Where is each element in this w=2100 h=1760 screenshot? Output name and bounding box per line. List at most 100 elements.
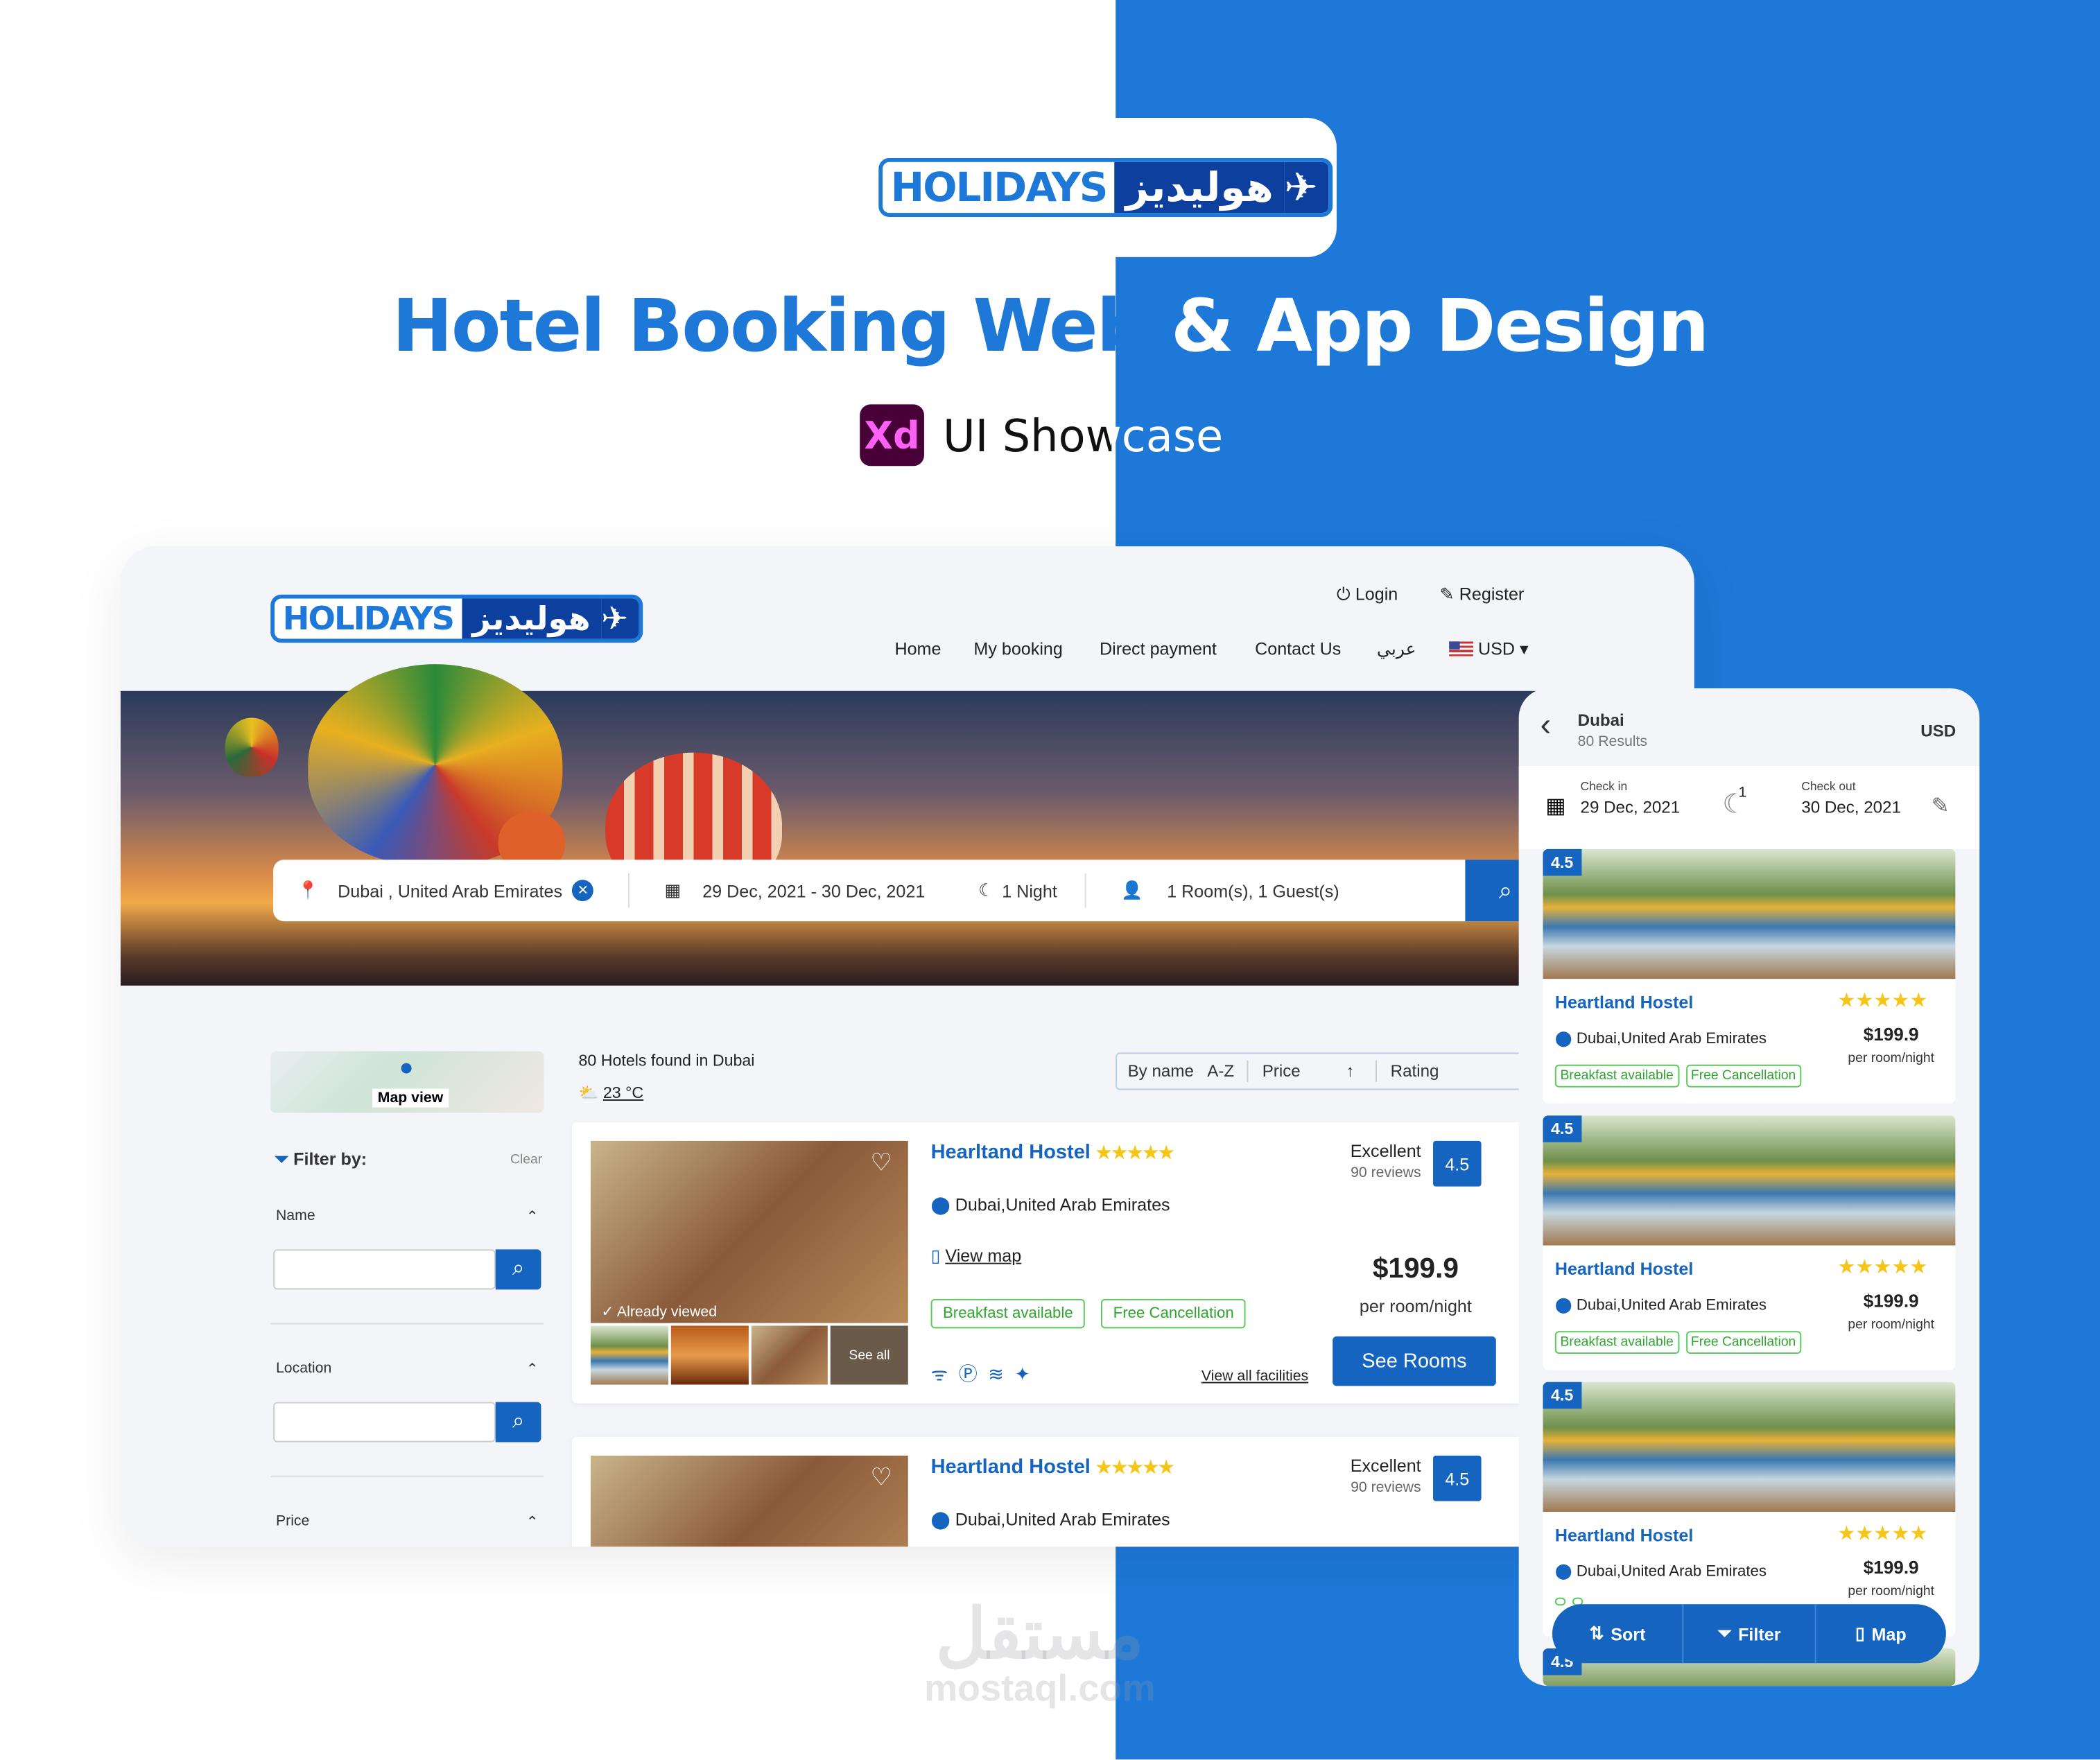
clear-filters-link[interactable]: Clear (510, 1153, 542, 1167)
hotel-name[interactable]: Hearltand Hostel ★★★★★ (931, 1141, 1174, 1164)
hotel-price: $199.9 (1863, 1557, 1919, 1578)
location-pin-icon: ⬤ (1554, 1564, 1572, 1580)
nav-home[interactable]: Home (894, 638, 941, 659)
clear-destination-icon[interactable]: ✕ (572, 880, 594, 902)
header-logo[interactable]: HOLIDAYS هوليديز ✈ (270, 594, 643, 643)
weather-icon: ⛅ (578, 1083, 599, 1102)
arrow-up-icon[interactable]: ↑ (1346, 1062, 1354, 1081)
currency-select[interactable]: USD ▾ (1449, 638, 1529, 660)
mobile-hotel-card[interactable]: 4.5 Heartland Hostel ★★★★★ ⬤ Dubai,United… (1543, 1115, 1956, 1370)
map-button[interactable]: ▯ Map (1816, 1604, 1946, 1663)
logo-card: HOLIDAYS هوليديز ✈ (844, 117, 1337, 257)
hotel-name: Heartland Hostel (1554, 992, 1694, 1013)
reviews-count: 90 reviews (1351, 1479, 1421, 1496)
map-view-button[interactable]: ● Map view (270, 1051, 544, 1113)
see-rooms-button[interactable]: See Rooms (1333, 1336, 1496, 1386)
filter-name-header[interactable]: Name ⌃ (276, 1208, 539, 1225)
thumbnail[interactable] (670, 1325, 748, 1385)
name-search-button[interactable]: ⌕ (495, 1249, 541, 1290)
plane-icon: ✈ (601, 598, 639, 639)
location-pin-icon: 📍 (297, 880, 320, 900)
hotel-name: Heartland Hostel (1554, 1525, 1694, 1546)
date-bar[interactable]: ▦ Check in 29 Dec, 2021 ☾ 1 Check out 30… (1518, 765, 1980, 849)
moon-icon: ☾ (978, 880, 994, 900)
see-all-photos[interactable]: See all (831, 1325, 908, 1385)
nav-arabic[interactable]: عربي (1377, 638, 1416, 660)
check-icon: ✓ (601, 1304, 614, 1321)
star-rating: ★★★★★ (1837, 1256, 1928, 1279)
chevron-up-icon: ⌃ (526, 1361, 539, 1378)
hotel-main-photo[interactable]: ♡ ✓ Already viewed (590, 1140, 908, 1323)
hotel-card: ♡ ✓ Already viewed See all Hearltand Hos… (571, 1122, 1523, 1404)
price-unit: per room/night (1359, 1296, 1472, 1316)
filter-location-header[interactable]: Location ⌃ (276, 1361, 539, 1378)
pool-icon: ≋ (988, 1363, 1015, 1385)
thumbnail-strip: See all (590, 1325, 908, 1385)
destination-input[interactable]: Dubai , United Arab Emirates (338, 880, 572, 900)
mobile-city: Dubai (1577, 711, 1624, 730)
location-pin-icon: ⬤ (930, 1194, 951, 1215)
thumbnail[interactable] (590, 1325, 668, 1385)
hotel-location: Dubai,United Arab Emirates (1576, 1564, 1767, 1580)
nav-my-booking[interactable]: My booking (973, 638, 1062, 659)
guests-input[interactable]: 1 Room(s), 1 Guest(s) (1167, 880, 1339, 900)
filter-price-header[interactable]: Price ⌃ (276, 1513, 539, 1531)
hotel-price: $199.9 (1372, 1253, 1459, 1284)
parking-icon: Ⓟ (958, 1363, 989, 1385)
mobile-currency[interactable]: USD (1920, 722, 1956, 740)
location-search-button[interactable]: ⌕ (495, 1402, 541, 1443)
register-icon: ✎ (1439, 584, 1455, 604)
filter-label: Filter (1738, 1623, 1781, 1644)
holidays-logo: HOLIDAYS هوليديز ✈ (878, 157, 1333, 217)
tag-free-cancellation: Free Cancellation (1685, 1064, 1802, 1088)
calendar-icon: ▦ (664, 880, 682, 900)
sort-price[interactable]: Price (1262, 1062, 1301, 1081)
nights-value[interactable]: 1 Night (1002, 880, 1085, 900)
rating-badge: 4.5 (1543, 848, 1581, 876)
mobile-hotel-card[interactable]: 4.5 Heartland Hostel ★★★★★ ⬤ Dubai,United… (1543, 1382, 1956, 1637)
nav-direct-payment[interactable]: Direct payment (1100, 638, 1217, 659)
login-label: Login (1355, 584, 1398, 604)
tag-breakfast: Breakfast available (930, 1298, 1086, 1329)
filter-button[interactable]: ⏷ Filter (1684, 1604, 1816, 1664)
tag-breakfast: Breakfast available (1554, 1064, 1679, 1088)
register-link[interactable]: ✎ Register (1440, 584, 1525, 605)
map-view-label: Map view (372, 1088, 449, 1108)
logo-text-ar: هوليديز (1115, 162, 1285, 214)
hotel-main-photo[interactable]: ♡ (590, 1455, 908, 1547)
login-link[interactable]: ⏻ Login (1337, 584, 1398, 605)
title-part1: Hotel Booking Web (392, 284, 1149, 369)
logo-text-en: HOLIDAYS (890, 164, 1109, 211)
map-pin-icon: ● (399, 1054, 414, 1081)
search-bar: 📍 Dubai , United Arab Emirates ✕ ▦ 29 De… (273, 860, 1519, 922)
view-map-link[interactable]: View map (945, 1246, 1021, 1266)
nav-contact-us[interactable]: Contact Us (1255, 638, 1341, 659)
edit-pencil-icon[interactable]: ✎ (1932, 793, 1950, 820)
thumbnail[interactable] (750, 1325, 828, 1385)
adobe-xd-icon: Xd (860, 404, 924, 467)
location-input[interactable] (273, 1402, 496, 1443)
sort-rating[interactable]: Rating (1391, 1062, 1439, 1081)
checkin-date: 29 Dec, 2021 (1580, 798, 1681, 817)
mostaql-watermark: مستقل mostaql.com (924, 1601, 1156, 1708)
dates-input[interactable]: 29 Dec, 2021 - 30 Dec, 2021 (702, 880, 978, 900)
mobile-hotel-card[interactable]: 4.5 Heartland Hostel ★★★★★ ⬤ Dubai,United… (1543, 848, 1956, 1104)
back-chevron-icon[interactable]: ‹ (1541, 707, 1551, 744)
sort-button[interactable]: ⇅ Sort (1552, 1604, 1684, 1664)
name-input[interactable] (273, 1249, 496, 1290)
heart-icon[interactable]: ♡ (870, 1149, 892, 1177)
plane-icon: ✈ (1284, 162, 1329, 214)
temperature[interactable]: 23 °C (603, 1083, 643, 1102)
subtitle-text: UI Showcase (942, 409, 1224, 462)
hotel-name: Heartland Hostel (1554, 1258, 1694, 1279)
sort-icon: ⇅ (1589, 1623, 1604, 1644)
chevron-up-icon: ⌃ (526, 1514, 539, 1531)
view-all-facilities-link[interactable]: View all facilities (1201, 1368, 1308, 1384)
section-label: Price (275, 1513, 310, 1530)
sort-by-name[interactable]: By name (1128, 1062, 1194, 1081)
hotel-name[interactable]: Heartland Hostel ★★★★★ (931, 1456, 1174, 1479)
heart-icon[interactable]: ♡ (870, 1463, 892, 1492)
hotel-price: $199.9 (1863, 1024, 1919, 1045)
sort-az[interactable]: A-Z (1207, 1062, 1234, 1081)
checkout-label: Check out (1801, 779, 1856, 793)
